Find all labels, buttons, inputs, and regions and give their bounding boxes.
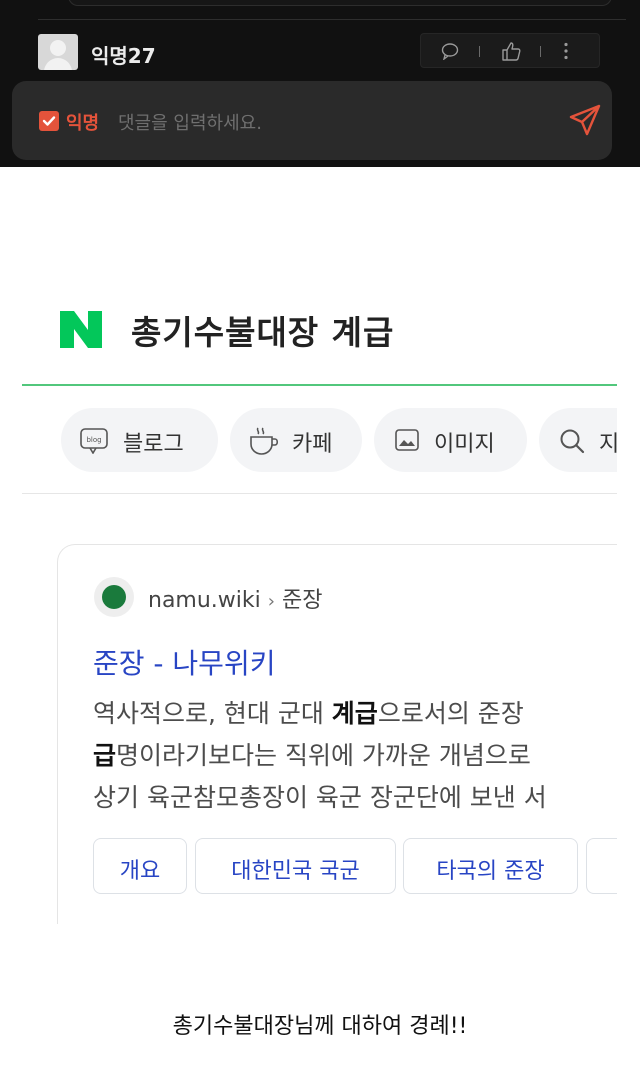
tab-blog[interactable]: blog 블로그 [61,408,218,472]
breadcrumb-separator: › [267,591,275,612]
sublink-rok-armed-forces[interactable]: 대한민국 국군 [195,838,396,894]
result-page: 준장 [281,588,323,613]
tab-knowledge[interactable]: 지 [539,408,617,472]
result-snippet-line: 역사적으로, 현대 군대 계급으로서의 준장 [93,699,524,728]
search-query[interactable]: 총기수불대장 계급 [131,306,394,354]
action-separator [540,46,541,57]
comment-input-placeholder[interactable]: 댓글을 입력하세요. [118,109,262,135]
avatar[interactable] [38,34,78,70]
comment-username[interactable]: 익명27 [91,40,156,69]
search-result-card: namu.wiki › 준장 준장 - 나무위키 역사적으로, 현대 군대 계급… [57,544,617,924]
more-vertical-icon[interactable] [563,42,569,64]
reply-icon[interactable] [441,42,459,64]
anonymous-checkbox[interactable] [39,111,59,131]
search-tab-row: blog 블로그 카페 이미지 지 [0,400,617,480]
result-breadcrumb[interactable]: namu.wiki › 준장 [148,582,322,614]
action-separator [479,46,480,57]
result-title-link[interactable]: 준장 - 나무위키 [93,642,275,682]
blog-icon: blog [80,428,108,458]
comment-actions [420,33,600,68]
namu-wiki-favicon-icon [94,577,134,617]
result-snippet-line: 급명이라기보다는 직위에 가까운 개념으로 [93,741,531,770]
tab-image-label: 이미지 [434,432,495,457]
tab-knowledge-label: 지 [599,432,617,457]
comment-divider [38,19,626,20]
sublink-other-countries[interactable]: 타국의 준장 [403,838,578,894]
cafe-cup-icon [248,426,280,460]
result-snippet-line: 상기 육군참모총장이 육군 장군단에 보낸 서 [93,783,547,812]
previous-comment-box-edge [68,0,612,6]
anonymous-label[interactable]: 익명 [66,109,99,135]
thumbs-up-icon[interactable] [501,42,521,65]
comment-panel: 익명27 익명 댓글을 입력하세요. [0,0,640,167]
tab-cafe-label: 카페 [292,432,333,457]
comment-input-box[interactable]: 익명 댓글을 입력하세요. [12,81,612,160]
sublink-more[interactable]: 십 [586,838,617,894]
result-site: namu.wiki [148,588,261,613]
search-icon [559,428,585,458]
post-caption: 총기수불대장님께 대하여 경례!! [172,1014,468,1039]
sublink-overview[interactable]: 개요 [93,838,187,894]
tab-blog-label: 블로그 [123,432,184,457]
naver-logo-icon[interactable] [60,311,102,348]
send-icon[interactable] [568,103,602,141]
tab-cafe[interactable]: 카페 [230,408,362,472]
image-icon [395,429,419,455]
tabs-divider [22,493,617,494]
search-bar-underline [22,384,617,386]
tab-image[interactable]: 이미지 [374,408,527,472]
svg-text:blog: blog [86,436,101,444]
